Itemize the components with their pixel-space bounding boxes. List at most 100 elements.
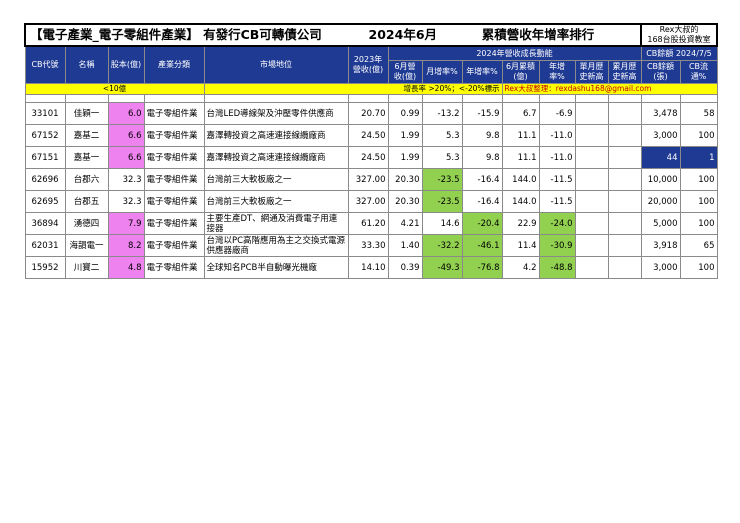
cell-month-high <box>574 234 609 257</box>
table-row: 67151 嘉基一 6.6 電子零組件業 嘉澤轉投資之高速連接線纜廠商 24.50 1.99… <box>24 146 718 169</box>
cell-name: 湧德四 <box>64 212 109 235</box>
cell-cb-code: 62031 <box>24 234 66 257</box>
col-rev-2023: 2023年營收(億) <box>347 45 389 84</box>
col-group-cb-balance: CB餘額 2024/7/5 <box>640 45 718 61</box>
col-cb-ratio: CB流通% <box>679 60 718 84</box>
cell-name: 佳穎一 <box>64 102 109 125</box>
cell-cum-yoy: -11.5 <box>538 190 576 213</box>
cell-capital: 6.6 <box>107 146 145 169</box>
table-row: 62695 台郡五 32.3 電子零組件業 台灣前三大軟板廠之一 327.00 20.30-… <box>24 190 718 213</box>
cell-rev-2023: 24.50 <box>347 146 389 169</box>
cell-cum-rev: 22.9 <box>501 212 540 235</box>
badge-line-2: 168台股投資教室 <box>647 35 711 44</box>
cell-market-position: 台灣前三大軟板廠之一 <box>203 168 349 191</box>
cell-market-position: 全球知名PCB半自動曝光機廠 <box>203 256 349 279</box>
table-row: 36894 湧德四 7.9 電子零組件業 主要生產DT、網通及消費電子用連接器 61.20… <box>24 212 718 235</box>
cell-name: 川寶二 <box>64 256 109 279</box>
cell-jun-rev: 20.30 <box>387 190 423 213</box>
table-row: 62696 台郡六 32.3 電子零組件業 台灣前三大軟板廠之一 327.00 20.30-… <box>24 168 718 191</box>
title-row: 【電子產業_電子零組件產業】 有發行CB可轉債公司 2024年6月 累積營收年增… <box>24 23 718 47</box>
cell-month-high <box>574 168 609 191</box>
cell-cb-amount: 3,000 <box>640 124 681 147</box>
cell-mom: 14.6 <box>421 212 463 235</box>
cell-cb-code: 67151 <box>24 146 66 169</box>
cell-month-high <box>574 212 609 235</box>
cell-jun-rev: 1.99 <box>387 146 423 169</box>
cell-cum-high <box>607 212 642 235</box>
cb-table: 【電子產業_電子零組件產業】 有發行CB可轉債公司 2024年6月 累積營收年增… <box>24 23 718 279</box>
cell-rev-2023: 327.00 <box>347 190 389 213</box>
col-capital: 股本(億) <box>107 45 145 84</box>
cell-industry: 電子零組件業 <box>143 212 205 235</box>
col-cb-amount: CB餘額(張) <box>640 60 681 84</box>
cell-cb-ratio: 100 <box>679 256 718 279</box>
cell-market-position: 台灣LED導線架及沖壓零件供應商 <box>203 102 349 125</box>
cell-cb-ratio: 100 <box>679 168 718 191</box>
cell-cum-rev: 144.0 <box>501 168 540 191</box>
table-body: 33101 佳穎一 6.0 電子零組件業 台灣LED導線架及沖壓零件供應商 20.70 0.… <box>24 102 718 279</box>
cell-industry: 電子零組件業 <box>143 146 205 169</box>
page-title: 【電子產業_電子零組件產業】 有發行CB可轉債公司 2024年6月 累積營收年增… <box>24 23 642 47</box>
cell-yoy: -16.4 <box>461 168 503 191</box>
cell-name: 嘉基一 <box>64 146 109 169</box>
cell-cb-ratio: 100 <box>679 190 718 213</box>
cell-month-high <box>574 190 609 213</box>
cell-jun-rev: 0.39 <box>387 256 423 279</box>
cell-capital: 32.3 <box>107 190 145 213</box>
cell-mom: -49.3 <box>421 256 463 279</box>
cell-jun-rev: 20.30 <box>387 168 423 191</box>
capital-note: <10億 <box>24 83 205 95</box>
spacer-row <box>24 94 718 103</box>
cell-cb-amount: 5,000 <box>640 212 681 235</box>
cell-cum-rev: 4.2 <box>501 256 540 279</box>
cell-month-high <box>574 256 609 279</box>
cell-industry: 電子零組件業 <box>143 234 205 257</box>
cell-cum-high <box>607 256 642 279</box>
cell-cum-rev: 11.4 <box>501 234 540 257</box>
cell-cb-ratio: 58 <box>679 102 718 125</box>
cell-cb-ratio: 100 <box>679 124 718 147</box>
col-cum-rev: 6月累積(億) <box>501 60 540 84</box>
col-month-high: 單月歷史新高 <box>574 60 609 84</box>
credit-note: Rex大叔整理：rexdashu168@gmail.com <box>501 83 718 95</box>
cell-cum-high <box>607 102 642 125</box>
cell-cum-yoy: -48.8 <box>538 256 576 279</box>
spreadsheet: 【電子產業_電子零組件產業】 有發行CB可轉債公司 2024年6月 累積營收年增… <box>24 23 718 279</box>
cell-cb-code: 62695 <box>24 190 66 213</box>
cell-cum-yoy: -11.0 <box>538 146 576 169</box>
cell-cum-rev: 6.7 <box>501 102 540 125</box>
cell-cb-code: 62696 <box>24 168 66 191</box>
col-industry: 產業分類 <box>143 45 205 84</box>
cell-yoy: 9.8 <box>461 124 503 147</box>
cell-capital: 7.9 <box>107 212 145 235</box>
cell-cb-code: 15952 <box>24 256 66 279</box>
cell-yoy: -46.1 <box>461 234 503 257</box>
cell-cum-high <box>607 190 642 213</box>
cell-capital: 6.6 <box>107 124 145 147</box>
cell-rev-2023: 327.00 <box>347 168 389 191</box>
cell-cb-amount: 20,000 <box>640 190 681 213</box>
cell-industry: 電子零組件業 <box>143 168 205 191</box>
cell-month-high <box>574 146 609 169</box>
cell-market-position: 台灣以PC高階應用為主之交換式電源供應器廠商 <box>203 234 349 257</box>
cell-yoy: -15.9 <box>461 102 503 125</box>
cell-rev-2023: 24.50 <box>347 124 389 147</box>
author-badge: Rex大叔的 168台股投資教室 <box>640 23 718 47</box>
table-row: 33101 佳穎一 6.0 電子零組件業 台灣LED導線架及沖壓零件供應商 20.70 0.… <box>24 102 718 125</box>
cell-capital: 32.3 <box>107 168 145 191</box>
cell-market-position: 嘉澤轉投資之高速連接線纜廠商 <box>203 124 349 147</box>
table-row: 67152 嘉基二 6.6 電子零組件業 嘉澤轉投資之高速連接線纜廠商 24.50 1.99… <box>24 124 718 147</box>
cell-cb-amount: 3,918 <box>640 234 681 257</box>
cell-market-position: 主要生產DT、網通及消費電子用連接器 <box>203 212 349 235</box>
title-main: 【電子產業_電子零組件產業】 有發行CB可轉債公司 <box>30 27 322 42</box>
cell-cum-high <box>607 168 642 191</box>
cell-cum-yoy: -30.9 <box>538 234 576 257</box>
cell-cb-amount: 44 <box>640 146 681 169</box>
cell-cum-rev: 11.1 <box>501 124 540 147</box>
cell-cum-high <box>607 124 642 147</box>
cell-mom: -23.5 <box>421 168 463 191</box>
cell-cb-amount: 3,000 <box>640 256 681 279</box>
col-name: 名稱 <box>64 45 109 84</box>
cell-yoy: -20.4 <box>461 212 503 235</box>
col-jun-rev: 6月營收(億) <box>387 60 423 84</box>
